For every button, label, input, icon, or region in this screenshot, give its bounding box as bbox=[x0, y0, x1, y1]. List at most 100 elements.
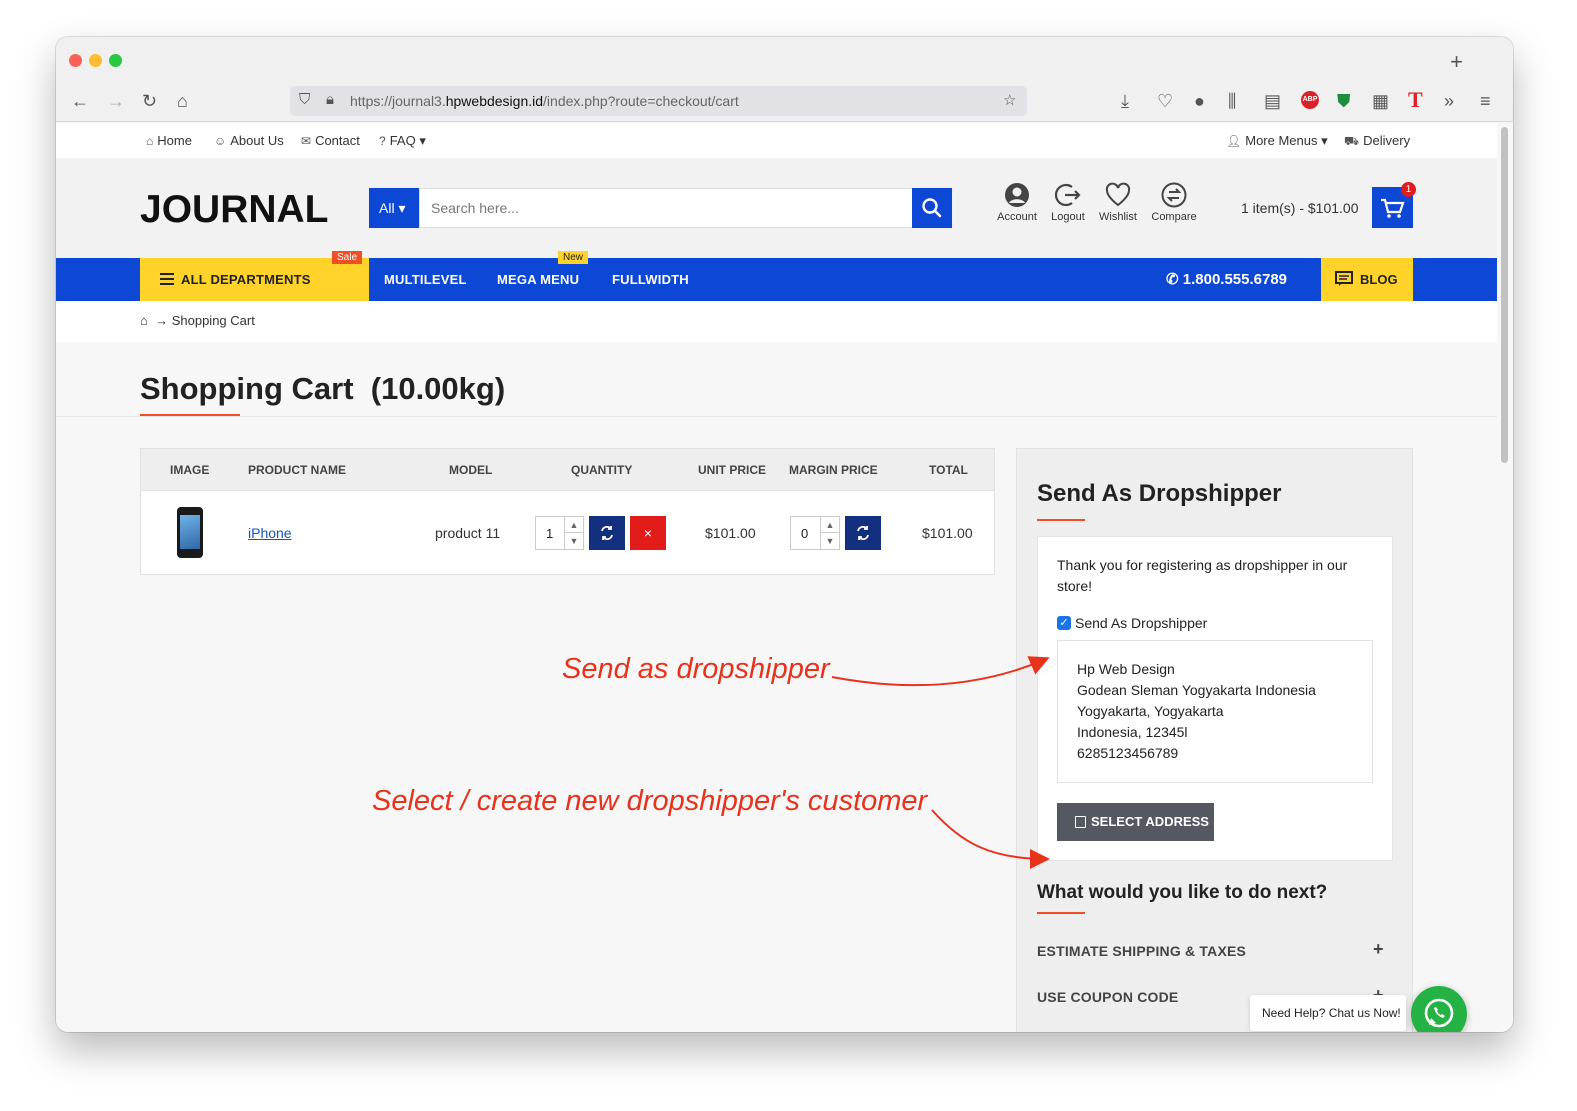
col-unit-price: UNIT PRICE bbox=[698, 463, 767, 477]
breadcrumb-home-icon[interactable]: ⌂ bbox=[140, 313, 148, 328]
select-address-label: SELECT ADDRESS bbox=[1091, 814, 1209, 829]
all-departments-menu[interactable]: ALL DEPARTMENTS bbox=[140, 258, 369, 301]
margin-price-stepper[interactable]: 0 ▲ ▼ bbox=[790, 516, 840, 550]
update-quantity-button[interactable] bbox=[589, 516, 625, 550]
dropshipper-box: Thank you for registering as dropshipper… bbox=[1037, 536, 1393, 861]
remove-item-button[interactable]: × bbox=[630, 516, 666, 550]
search-input[interactable]: Search here... bbox=[419, 188, 913, 228]
zoom-window-button[interactable] bbox=[109, 54, 122, 67]
phone-link[interactable]: ✆ 1.800.555.6789 bbox=[1166, 270, 1287, 288]
overflow-chevron-icon[interactable]: » bbox=[1444, 90, 1454, 112]
send-as-dropshipper-checkbox[interactable]: ✓ bbox=[1057, 616, 1071, 630]
departments-label: ALL DEPARTMENTS bbox=[181, 272, 311, 287]
wishlist-link[interactable]: Wishlist bbox=[1088, 182, 1148, 223]
sidebar-title-underline bbox=[1037, 519, 1085, 521]
top-link-about[interactable]: ☺ About Us bbox=[214, 133, 284, 148]
col-model: MODEL bbox=[449, 463, 493, 477]
whatsapp-tooltip[interactable]: Need Help? Chat us Now! bbox=[1250, 995, 1406, 1031]
product-link[interactable]: iPhone bbox=[248, 525, 292, 541]
update-margin-button[interactable] bbox=[845, 516, 881, 550]
whatsapp-button[interactable] bbox=[1411, 986, 1467, 1032]
margin-up-icon[interactable]: ▲ bbox=[821, 517, 839, 533]
hamburger-icon bbox=[160, 273, 174, 288]
account-icon bbox=[1005, 183, 1029, 207]
extension-icon[interactable]: ● bbox=[1194, 90, 1205, 112]
help-icon: ? bbox=[379, 134, 386, 148]
home-icon[interactable]: ⌂ bbox=[177, 90, 188, 112]
minimize-window-button[interactable] bbox=[89, 54, 102, 67]
page-title: Shopping Cart (10.00kg) bbox=[140, 371, 506, 406]
forward-icon[interactable]: → bbox=[107, 90, 125, 112]
blog-link[interactable]: BLOG bbox=[1321, 258, 1413, 301]
expand-shipping-icon[interactable]: + bbox=[1373, 939, 1384, 960]
lock-icon: 🔒︎ bbox=[326, 91, 334, 108]
accordion-estimate-shipping[interactable]: ESTIMATE SHIPPING & TAXES bbox=[1037, 943, 1246, 959]
breadcrumb-current[interactable]: Shopping Cart bbox=[172, 313, 255, 328]
page-scrollbar[interactable] bbox=[1497, 123, 1513, 1032]
nav-fullwidth[interactable]: FULLWIDTH bbox=[612, 272, 689, 287]
menu-icon[interactable]: ≡ bbox=[1480, 90, 1491, 112]
sale-badge: Sale bbox=[332, 251, 363, 264]
checkbox-label[interactable]: Send As Dropshipper bbox=[1075, 615, 1207, 631]
user-icon: ☺ bbox=[214, 134, 227, 148]
quantity-down-icon[interactable]: ▼ bbox=[565, 533, 583, 549]
back-icon[interactable]: ← bbox=[71, 90, 89, 112]
compare-icon bbox=[1161, 182, 1187, 208]
whatsapp-icon bbox=[1424, 998, 1454, 1028]
url-text[interactable]: https://journal3.hpwebdesign.id/index.ph… bbox=[350, 93, 739, 109]
search-button[interactable] bbox=[912, 188, 952, 228]
search-icon bbox=[922, 198, 942, 218]
top-bar: ⌂ Home ☺ About Us ✉ Contact ? FAQ ▾ 👤︎ More M… bbox=[56, 123, 1497, 158]
sidebar-icon[interactable]: ▤ bbox=[1264, 90, 1281, 112]
close-window-button[interactable] bbox=[69, 54, 82, 67]
row-total: $101.00 bbox=[922, 525, 973, 541]
t-extension-icon[interactable]: T bbox=[1408, 87, 1423, 113]
top-link-faq[interactable]: ? FAQ ▾ bbox=[379, 133, 426, 149]
bookmark-star-icon[interactable]: ☆ bbox=[1003, 91, 1016, 109]
cart-summary[interactable]: 1 item(s) - $101.00 bbox=[1241, 200, 1359, 216]
compare-link[interactable]: Compare bbox=[1144, 182, 1204, 223]
next-steps-underline bbox=[1037, 912, 1085, 914]
address-bar[interactable]: ⛉ 🔒︎ https://journal3.hpwebdesign.id/ind… bbox=[290, 86, 1027, 116]
next-steps-title: What would you like to do next? bbox=[1037, 882, 1328, 903]
product-image[interactable] bbox=[177, 507, 203, 558]
quantity-up-icon[interactable]: ▲ bbox=[565, 517, 583, 533]
address-book-icon bbox=[1075, 816, 1086, 828]
top-link-contact[interactable]: ✉ Contact bbox=[301, 133, 360, 148]
select-address-button[interactable]: SELECT ADDRESS bbox=[1057, 803, 1214, 841]
address-line: Godean Sleman Yogyakarta Indonesia bbox=[1077, 682, 1316, 698]
truck-icon: ⛟ bbox=[1344, 134, 1360, 148]
heart-icon bbox=[1105, 182, 1131, 207]
journal-logo[interactable]: JOURNAL bbox=[140, 188, 329, 232]
top-link-home[interactable]: ⌂ Home bbox=[146, 133, 192, 148]
top-link-delivery[interactable]: ⛟ Delivery bbox=[1344, 133, 1410, 150]
margin-down-icon[interactable]: ▼ bbox=[821, 533, 839, 549]
arrow-to-checkbox bbox=[831, 656, 1050, 687]
downloads-icon[interactable]: ⤓ bbox=[1121, 90, 1129, 112]
adblock-icon[interactable]: ABP bbox=[1301, 91, 1319, 109]
blog-label: BLOG bbox=[1360, 272, 1398, 287]
chat-icon bbox=[1335, 271, 1353, 286]
accordion-coupon[interactable]: USE COUPON CODE bbox=[1037, 989, 1178, 1005]
more-menus-dropdown[interactable]: 👤︎ More Menus ▾ bbox=[1226, 133, 1328, 149]
shield-icon[interactable]: ⛉ bbox=[299, 91, 310, 108]
cart-count-badge: 1 bbox=[1401, 182, 1416, 197]
cart-table: IMAGE PRODUCT NAME MODEL QUANTITY UNIT P… bbox=[140, 448, 995, 575]
dropshipper-message: Thank you for registering as dropshipper… bbox=[1057, 557, 1348, 594]
margin-value[interactable]: 0 bbox=[801, 526, 808, 541]
new-badge: New bbox=[558, 251, 589, 264]
nav-multilevel[interactable]: MULTILEVEL bbox=[384, 272, 467, 287]
qr-icon[interactable]: ▦ bbox=[1372, 90, 1389, 112]
library-icon[interactable]: ⫼ bbox=[1228, 90, 1236, 112]
shield-extension-icon[interactable]: ⛊ bbox=[1337, 90, 1351, 112]
phone-icon: ✆ bbox=[1166, 271, 1183, 288]
search-category-select[interactable]: All ▾ bbox=[369, 188, 419, 228]
scrollbar-thumb[interactable] bbox=[1501, 127, 1508, 463]
cart-table-header: IMAGE PRODUCT NAME MODEL QUANTITY UNIT P… bbox=[141, 449, 994, 491]
reload-icon[interactable]: ↻ bbox=[142, 90, 157, 112]
quantity-value[interactable]: 1 bbox=[546, 526, 553, 541]
nav-mega-menu[interactable]: MEGA MENU bbox=[497, 272, 579, 287]
quantity-stepper[interactable]: 1 ▲ ▼ bbox=[535, 516, 584, 550]
pocket-icon[interactable]: ♡ bbox=[1157, 90, 1173, 112]
new-tab-icon[interactable]: + bbox=[1450, 49, 1463, 75]
